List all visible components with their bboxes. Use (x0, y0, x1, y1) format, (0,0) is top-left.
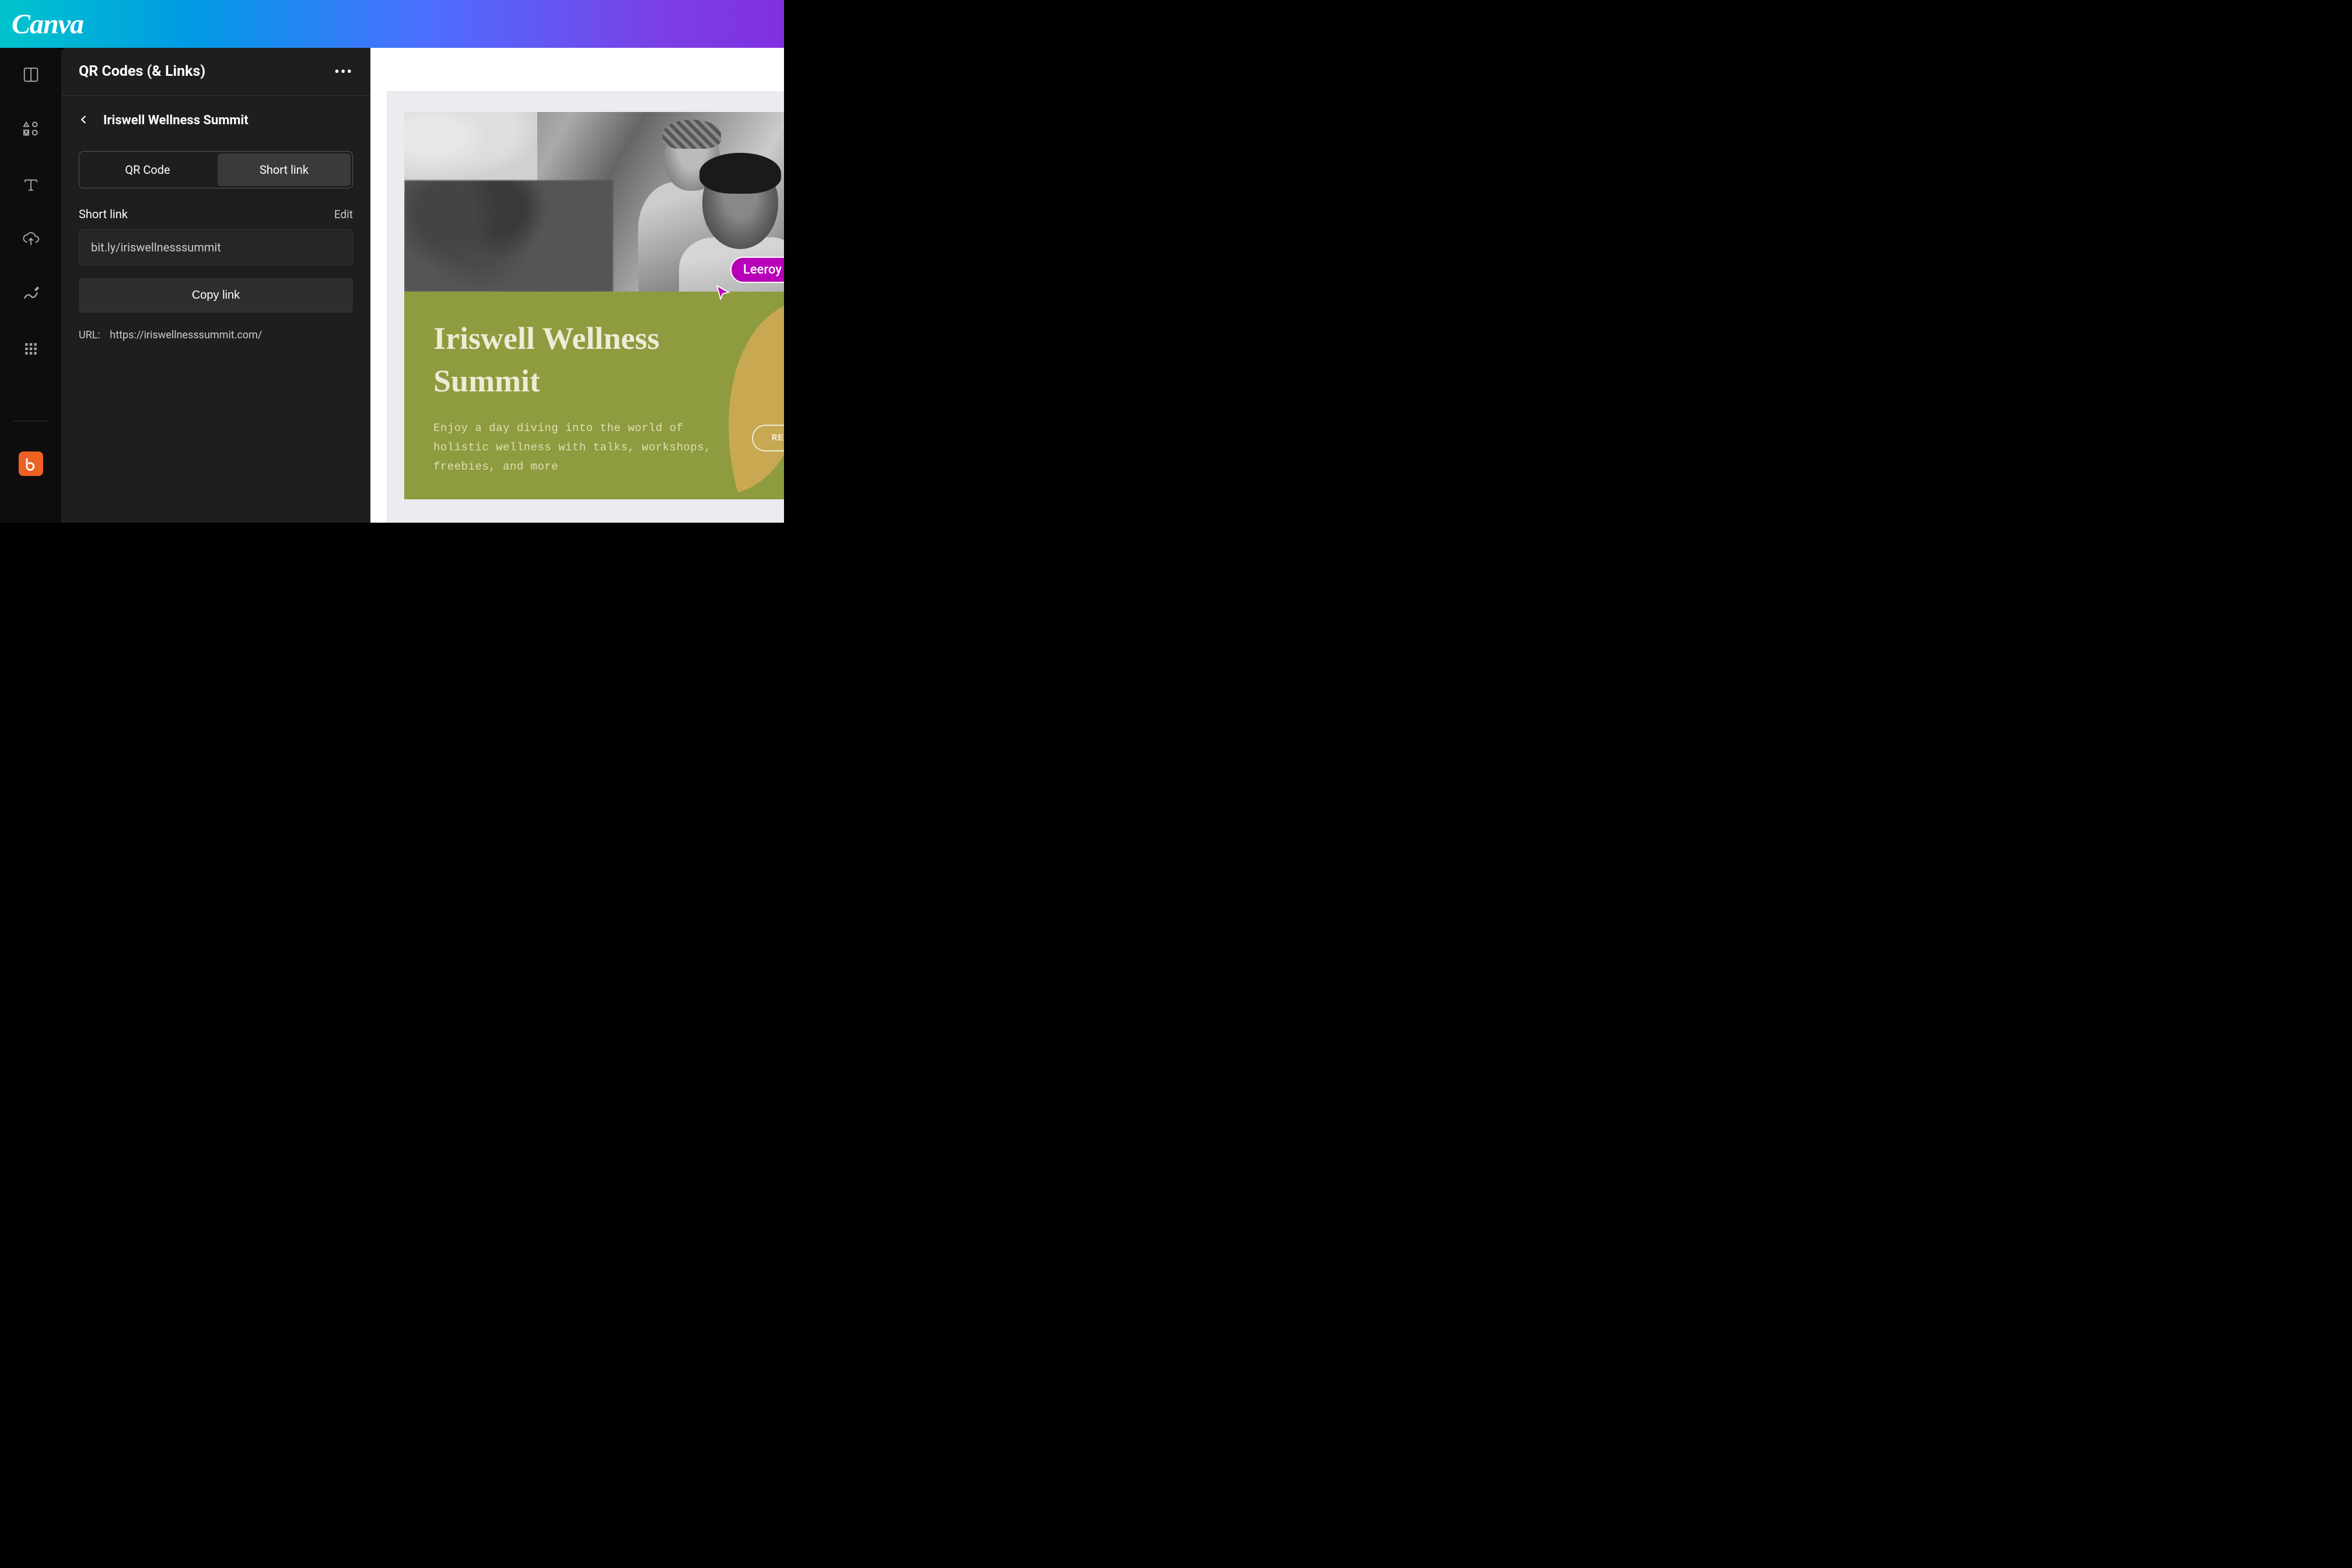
cursor-pointer-icon (714, 284, 732, 303)
hero-photo[interactable] (404, 112, 784, 292)
copy-link-button[interactable]: Copy link (79, 278, 353, 313)
short-link-input[interactable]: bit.ly/iriswellnesssummit (79, 229, 353, 265)
url-display: URL: https://iriswellnesssummit.com/ (79, 329, 353, 341)
register-button-partial[interactable]: RE (752, 425, 784, 452)
panel-title: QR Codes (& Links) (79, 63, 205, 80)
content-section[interactable]: Iriswell Wellness Summit Enjoy a day div… (404, 292, 784, 499)
panel-menu-icon[interactable]: ••• (334, 64, 353, 80)
design-card[interactable]: Iriswell Wellness Summit Enjoy a day div… (404, 112, 784, 499)
project-title: Iriswell Wellness Summit (103, 113, 249, 128)
panel-content: Iriswell Wellness Summit QR Code Short l… (61, 96, 370, 359)
apps-icon[interactable] (22, 340, 40, 358)
collaborator-name-label: Leeroy (730, 257, 784, 283)
text-icon[interactable] (22, 175, 40, 194)
tab-qr-code[interactable]: QR Code (81, 153, 214, 186)
bitly-app-icon[interactable] (19, 452, 43, 476)
short-link-label: Short link (79, 207, 128, 221)
templates-icon[interactable] (22, 65, 40, 84)
photo-trees (404, 180, 613, 292)
summit-title[interactable]: Iriswell Wellness Summit (433, 317, 755, 402)
elements-icon[interactable] (22, 120, 40, 139)
main-area: QR Codes (& Links) ••• Iriswell Wellness… (0, 48, 784, 523)
draw-icon[interactable] (22, 285, 40, 303)
short-link-label-row: Short link Edit (79, 207, 353, 221)
back-row[interactable]: Iriswell Wellness Summit (79, 113, 353, 128)
tab-toggle-group: QR Code Short link (79, 151, 353, 188)
uploads-icon[interactable] (22, 230, 40, 249)
canva-logo[interactable]: Canva (12, 8, 83, 40)
back-arrow-icon[interactable] (79, 114, 89, 127)
url-label: URL: (79, 329, 100, 341)
panel-header: QR Codes (& Links) ••• (61, 48, 370, 96)
summit-description[interactable]: Enjoy a day diving into the world of hol… (433, 419, 713, 477)
side-panel: QR Codes (& Links) ••• Iriswell Wellness… (61, 48, 370, 523)
app-header: Canva (0, 0, 784, 48)
tab-short-link[interactable]: Short link (218, 153, 351, 186)
url-value: https://iriswellnesssummit.com/ (110, 329, 262, 341)
edit-link[interactable]: Edit (334, 208, 353, 221)
canvas-area[interactable]: Iriswell Wellness Summit Enjoy a day div… (370, 48, 784, 523)
tool-sidebar (0, 48, 61, 523)
